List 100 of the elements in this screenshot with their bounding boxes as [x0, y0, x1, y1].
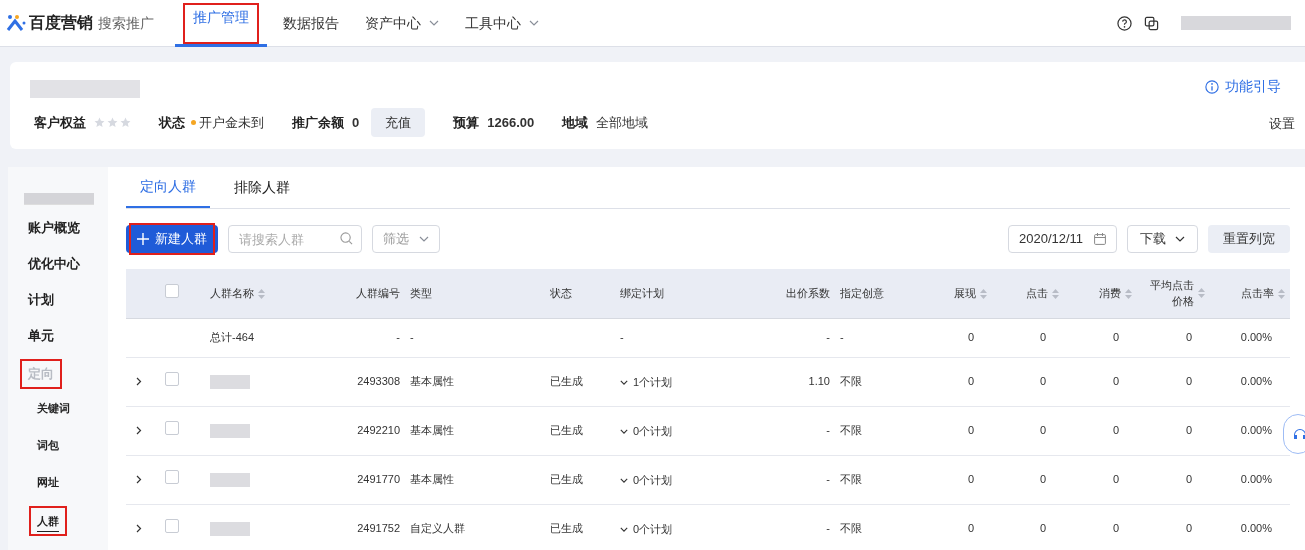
caret-icon[interactable]: [620, 526, 628, 532]
calendar-icon: [1094, 233, 1106, 245]
sidebar-item[interactable]: 计划: [28, 287, 54, 313]
table-cell: 0: [1039, 424, 1046, 437]
nav-tab[interactable]: 资产中心: [355, 0, 449, 47]
reset-width-button[interactable]: 重置列宽: [1208, 225, 1290, 253]
table-cell: -: [826, 522, 830, 535]
checkbox[interactable]: [165, 372, 179, 387]
table-cell: 已生成: [550, 473, 583, 486]
table-cell: 0: [1112, 473, 1119, 486]
table-cell: 0: [1039, 331, 1046, 344]
table-cell: 0: [1185, 473, 1192, 486]
tab[interactable]: 排除人群: [220, 166, 304, 208]
table-cell: 总计-464: [210, 331, 255, 344]
sidebar-item[interactable]: 优化中心: [28, 251, 80, 277]
sidebar-item[interactable]: 账户概览: [28, 215, 80, 241]
search-field[interactable]: 请搜索人群: [228, 225, 362, 253]
settings-link[interactable]: 设置: [1269, 114, 1295, 134]
table-cell: -: [396, 331, 400, 344]
table-cell-text: 1个计划: [633, 374, 673, 390]
region-value: 全部地域: [596, 113, 649, 132]
table-cell: 基本属性: [410, 473, 454, 486]
product-name: 搜索推广: [98, 13, 154, 33]
table-cell: 0: [1112, 424, 1119, 437]
table-cell: -: [826, 424, 830, 437]
caret-icon[interactable]: [620, 477, 628, 483]
table-cell: 0: [967, 473, 974, 486]
table-cell: -: [410, 331, 414, 344]
redacted-block: [210, 473, 250, 488]
column-header: 指定创意: [835, 269, 920, 318]
status-text: 开户金未到: [199, 113, 264, 132]
nav-tab[interactable]: 工具中心: [455, 0, 549, 47]
table-cell: 已生成: [550, 424, 583, 437]
search-icon: [340, 232, 353, 245]
table-cell: 0: [1112, 375, 1119, 388]
table-cell: 2491752: [357, 522, 400, 535]
table-cell: 不限: [840, 424, 862, 437]
checkbox[interactable]: [165, 421, 179, 436]
table-cell: 2492210: [357, 424, 400, 437]
info-icon: [1205, 79, 1219, 94]
table-cell: 0: [1039, 522, 1046, 535]
table-cell: 2493308: [357, 375, 400, 388]
nav-tab[interactable]: 推广管理: [175, 0, 267, 47]
sidebar-item[interactable]: 词包: [37, 432, 59, 458]
table-cell: -: [826, 473, 830, 486]
logo-icon: [6, 14, 26, 32]
plus-icon: [137, 233, 149, 245]
tab[interactable]: 定向人群: [126, 166, 210, 208]
region-label: 地域: [562, 113, 589, 132]
table-cell: 0.00%: [1240, 473, 1272, 486]
guide-link[interactable]: 功能引导: [1205, 76, 1281, 97]
table-cell: 基本属性: [410, 424, 454, 437]
column-header: 出价系数: [770, 269, 835, 318]
column-header[interactable]: 平均点击价格: [1137, 269, 1210, 318]
table-cell: 0.00%: [1240, 522, 1272, 535]
redacted-block: [210, 375, 250, 390]
table-cell: 0: [967, 375, 974, 388]
caret-icon[interactable]: [620, 428, 628, 434]
table-cell: 1.10: [808, 375, 830, 388]
column-header[interactable]: 点击: [992, 269, 1064, 318]
table-cell: 0.00%: [1240, 375, 1272, 388]
recharge-button[interactable]: 充值: [371, 108, 426, 137]
table-cell-text: 0个计划: [633, 472, 673, 488]
sidebar-item[interactable]: 网址: [37, 469, 59, 495]
table-cell: 0: [967, 522, 974, 535]
caret-icon: [429, 20, 439, 26]
redacted-block: [24, 193, 94, 205]
column-header[interactable]: 消费: [1064, 269, 1137, 318]
table-cell: 0.00%: [1240, 331, 1272, 344]
sidebar-item[interactable]: 人群: [29, 506, 67, 536]
copy-icon[interactable]: [1144, 15, 1159, 31]
column-header[interactable]: 展现: [920, 269, 992, 318]
star-icon: [94, 117, 105, 128]
table-cell: 0: [1185, 375, 1192, 388]
redacted-block: [210, 522, 250, 537]
help-icon[interactable]: [1117, 15, 1132, 31]
download-dropdown[interactable]: 下载: [1127, 225, 1198, 253]
table-cell: 0: [967, 331, 974, 344]
table-cell: 0: [1112, 522, 1119, 535]
checkbox[interactable]: [165, 519, 179, 534]
status-label: 状态: [159, 113, 185, 132]
checkbox[interactable]: [165, 284, 179, 298]
column-header[interactable]: 点击率: [1210, 269, 1290, 318]
caret-icon[interactable]: [620, 379, 628, 385]
table-cell: 0: [967, 424, 974, 437]
table-cell: 0: [1185, 331, 1192, 344]
sidebar-item[interactable]: 单元: [28, 323, 54, 349]
balance-label: 推广余额: [292, 113, 344, 132]
budget-value: 1266.00: [487, 113, 535, 132]
table-cell-text: 0个计划: [633, 423, 673, 439]
nav-tab[interactable]: 数据报告: [273, 0, 349, 47]
budget-label: 预算: [453, 113, 480, 132]
caret-icon: [529, 20, 539, 26]
table-cell: 0: [1112, 331, 1119, 344]
table-cell: 不限: [840, 375, 862, 388]
sidebar-item[interactable]: 关键词: [37, 395, 70, 421]
checkbox[interactable]: [165, 470, 179, 485]
new-audience-button[interactable]: 新建人群: [126, 225, 218, 253]
date-picker[interactable]: 2020/12/11: [1008, 225, 1117, 253]
column-header[interactable]: 人群名称: [200, 269, 340, 318]
